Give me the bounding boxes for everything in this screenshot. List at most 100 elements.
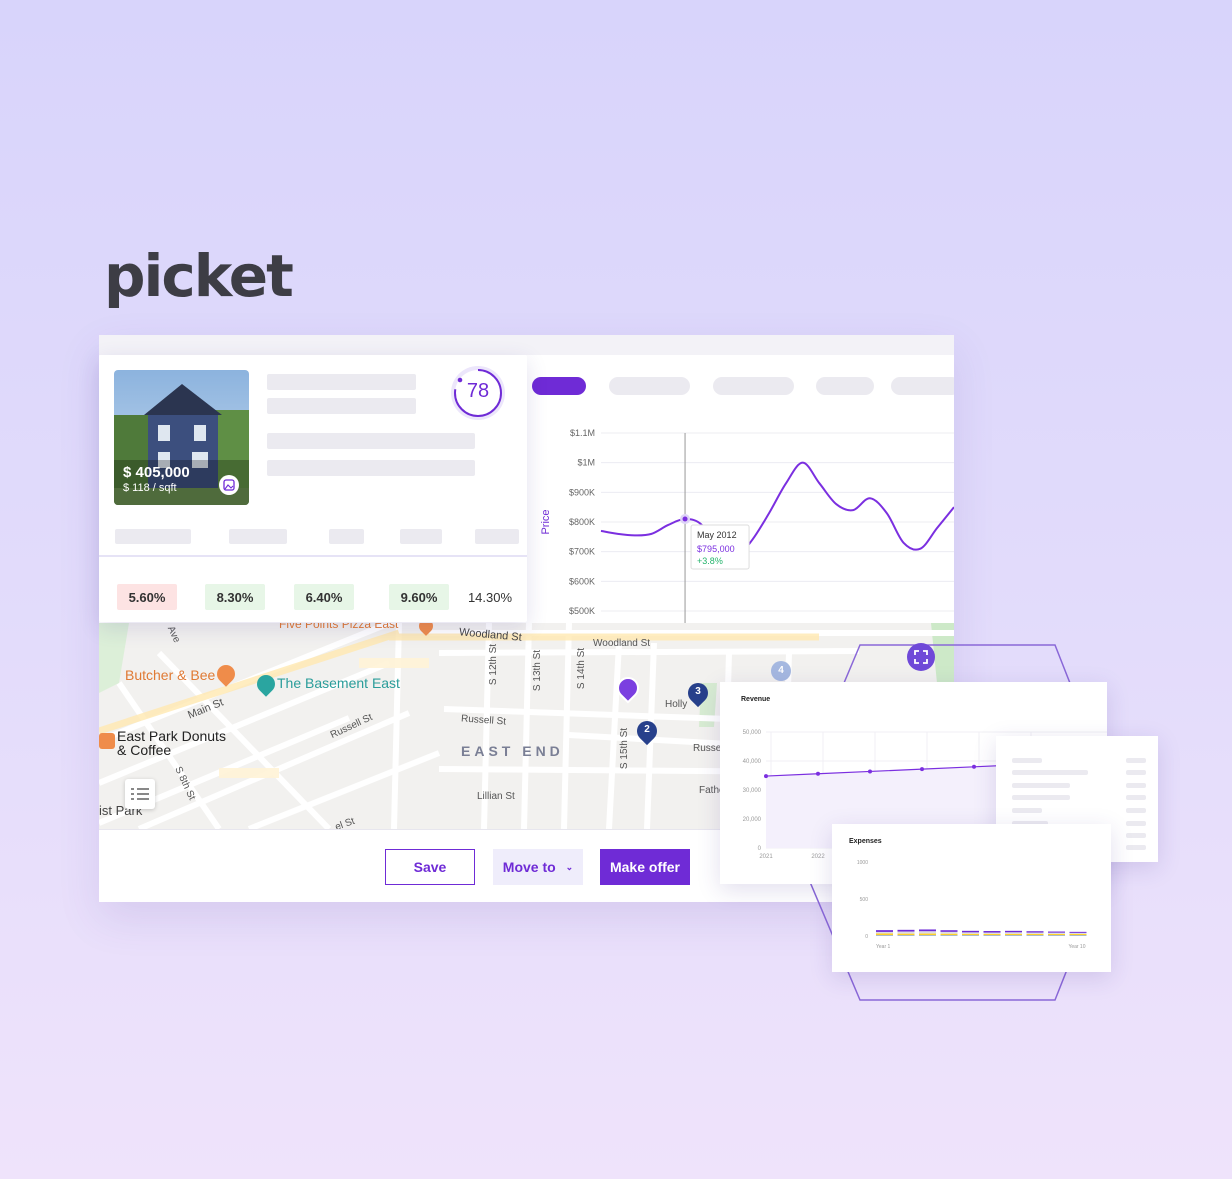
skeleton-line xyxy=(1126,821,1146,826)
price-label: $ 405,000 xyxy=(123,464,190,481)
skeleton-line xyxy=(115,529,191,544)
y-tick-label: 20,000 xyxy=(743,817,762,823)
poi-east-park-donuts[interactable]: East Park Donuts & Coffee xyxy=(117,729,227,757)
street-label: Woodland St xyxy=(593,638,651,649)
expand-icon xyxy=(914,650,928,664)
expense-bar-segment xyxy=(983,932,1001,934)
metric-badge: 5.60% xyxy=(117,584,177,610)
y-tick-label: $600K xyxy=(569,576,595,586)
metric-value: 14.30% xyxy=(467,589,513,605)
street-label: S 12th St xyxy=(488,643,500,686)
expense-bar-segment xyxy=(1048,932,1065,934)
tab-placeholder[interactable] xyxy=(609,377,690,395)
expense-bar-segment xyxy=(1069,931,1087,933)
expense-bar-segment xyxy=(983,933,1001,936)
expense-bar-segment xyxy=(897,931,915,934)
y-tick-label: 40,000 xyxy=(743,759,762,765)
y-tick-label: $700K xyxy=(569,547,595,557)
expense-bar-segment xyxy=(1048,933,1065,936)
metric-badge: 9.60% xyxy=(389,584,449,610)
expense-bar-segment xyxy=(876,931,893,934)
cafe-icon[interactable] xyxy=(99,733,115,749)
expense-bar-segment xyxy=(1069,933,1087,936)
revenue-point xyxy=(868,769,872,774)
fullscreen-button[interactable] xyxy=(907,643,935,671)
tooltip-change: +3.8% xyxy=(697,556,723,566)
y-tick-label: 50,000 xyxy=(743,730,762,736)
street-label: S 14th St xyxy=(576,647,588,690)
expense-bar-segment xyxy=(919,933,936,936)
expense-bar-segment xyxy=(1005,932,1022,934)
expense-bar-segment xyxy=(983,931,1001,933)
tab-active[interactable] xyxy=(532,377,586,395)
y-tick-label: $800K xyxy=(569,517,595,527)
skeleton-line xyxy=(1126,808,1146,813)
skeleton-line xyxy=(267,398,416,414)
y-tick-label: 30,000 xyxy=(743,788,762,794)
revenue-point xyxy=(816,771,820,776)
save-button[interactable]: Save xyxy=(385,849,475,885)
price-line xyxy=(600,461,954,560)
expense-bar-segment xyxy=(962,933,979,936)
expense-bar-segment xyxy=(1069,932,1087,934)
street-label: S 15th St xyxy=(619,727,631,770)
x-tick-label: 2021 xyxy=(759,854,773,860)
skeleton-line xyxy=(475,529,519,544)
score-value: 78 xyxy=(466,380,490,402)
expense-bar-segment xyxy=(1048,931,1065,933)
y-tick-label: 1000 xyxy=(857,860,868,866)
skeleton-line xyxy=(1012,795,1070,800)
property-marker-label: 2 xyxy=(644,724,650,735)
skeleton-line xyxy=(1126,845,1146,850)
expense-bar-segment xyxy=(876,930,893,932)
tab-placeholder[interactable] xyxy=(816,377,874,395)
expense-bar-segment xyxy=(1026,933,1044,936)
skeleton-line xyxy=(1012,770,1088,775)
listing-card[interactable]: $ 405,000 $ 118 / sqft 78 5.60% 8.30% 6.… xyxy=(99,355,527,622)
chevron-down-icon: ⌄ xyxy=(565,861,574,872)
picket-logo: picket xyxy=(104,242,294,310)
skeleton-line xyxy=(1126,833,1146,838)
hover-point xyxy=(682,516,688,522)
metric-badge: 6.40% xyxy=(294,584,354,610)
district-label: EAST END xyxy=(461,743,564,759)
y-tick-label: $500K xyxy=(569,606,595,616)
price-per-sqft-label: $ 118 / sqft xyxy=(123,482,177,494)
move-to-label: Move to xyxy=(502,859,556,875)
expense-bar-segment xyxy=(962,932,979,934)
window-top-bar xyxy=(99,335,954,355)
expense-bar-segment xyxy=(876,933,893,936)
poi-five-points[interactable]: Five Points Pizza East xyxy=(279,623,398,631)
list-icon xyxy=(131,788,149,800)
gallery-icon[interactable] xyxy=(219,475,239,495)
expense-bar-segment xyxy=(897,929,915,932)
skeleton-line xyxy=(267,460,475,476)
x-tick-label: Year 1 xyxy=(876,944,890,950)
expense-bar-segment xyxy=(1005,930,1022,933)
expenses-panel[interactable]: Expenses 1000 500 0 Year 1 Year 10 xyxy=(832,824,1111,972)
revenue-point xyxy=(920,767,924,772)
tab-placeholder[interactable] xyxy=(891,377,954,395)
price-history-chart[interactable]: $1.1M $1M $900K $800K $700K $600K $500K Price Ma… xyxy=(527,420,954,625)
expense-bar-segment xyxy=(940,930,958,932)
y-tick-label: $1M xyxy=(577,458,595,468)
expense-bar-segment xyxy=(1026,932,1044,934)
move-to-dropdown[interactable]: Move to ⌄ xyxy=(493,849,583,885)
revenue-point xyxy=(972,764,976,769)
skeleton-line xyxy=(329,529,364,544)
poi-butcher-bee[interactable]: Butcher & Bee xyxy=(125,667,215,683)
tab-placeholder[interactable] xyxy=(713,377,794,395)
street-label: S 13th St xyxy=(532,649,544,692)
skeleton-line xyxy=(1126,795,1146,800)
expense-bar-segment xyxy=(940,933,958,936)
x-tick-label: Year 10 xyxy=(1068,944,1085,950)
make-offer-button[interactable]: Make offer xyxy=(600,849,690,885)
expense-bar-segment xyxy=(897,933,915,936)
poi-basement-east[interactable]: The Basement East xyxy=(277,675,400,691)
metric-badge: 8.30% xyxy=(205,584,265,610)
list-view-button[interactable] xyxy=(125,779,155,809)
y-tick-label: 0 xyxy=(865,934,868,940)
property-photo[interactable]: $ 405,000 $ 118 / sqft xyxy=(114,370,249,505)
skeleton-line xyxy=(1126,783,1146,788)
skeleton-line xyxy=(1012,758,1042,763)
